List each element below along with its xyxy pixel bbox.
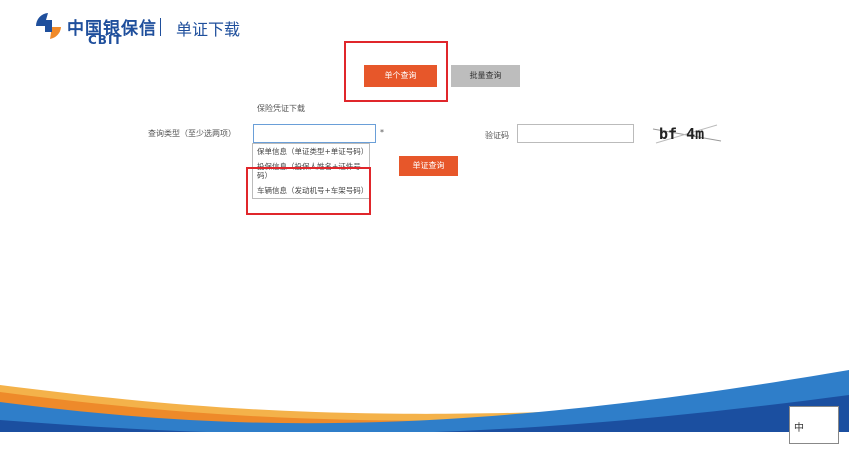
header-divider xyxy=(160,18,161,36)
floating-widget[interactable]: 中 xyxy=(789,406,839,444)
logo-english-text: CBIT xyxy=(88,33,123,47)
widget-text: 中 xyxy=(794,423,804,434)
single-query-tab[interactable]: 单个查询 xyxy=(364,65,437,87)
captcha-input[interactable] xyxy=(517,124,634,143)
cbit-logo: 中国银保信 CBIT xyxy=(34,11,164,47)
option-policy-info[interactable]: 保单信息（单证类型+单证号码） xyxy=(253,144,369,159)
query-button[interactable]: 单证查询 xyxy=(399,156,458,176)
footer-wave xyxy=(0,370,849,450)
options-highlight-box xyxy=(246,167,371,215)
page-title: 单证下载 xyxy=(176,20,241,39)
captcha-image[interactable]: bf 4m xyxy=(651,121,723,147)
captcha-text: bf 4m xyxy=(659,125,705,143)
captcha-label: 验证码 xyxy=(485,131,509,140)
query-type-label: 查询类型（至少选两项） xyxy=(148,129,236,138)
batch-query-tab[interactable]: 批量查询 xyxy=(451,65,520,87)
cbit-logo-icon xyxy=(35,13,61,39)
section-label: 保险凭证下载 xyxy=(257,104,305,113)
required-mark: * xyxy=(380,128,384,137)
query-type-select[interactable] xyxy=(253,124,376,143)
